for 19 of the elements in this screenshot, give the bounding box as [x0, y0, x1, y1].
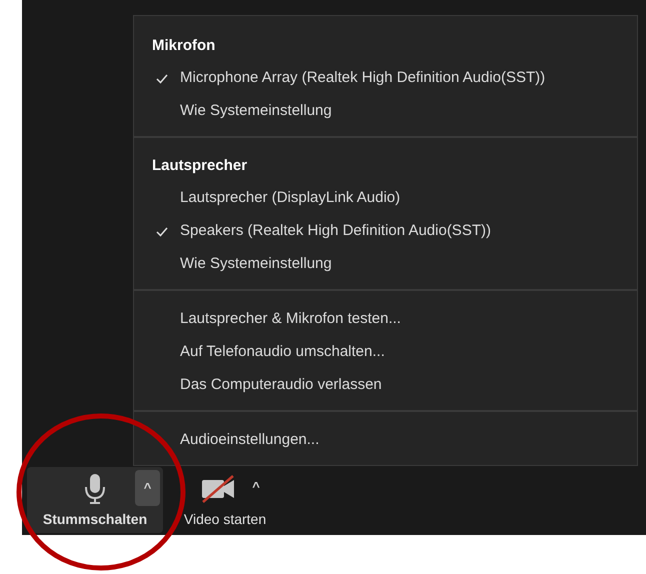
menu-item[interactable]: Lautsprecher & Mikrofon testen...: [134, 303, 637, 336]
mute-button[interactable]: ^ Stummschalten: [27, 467, 163, 533]
microphone-icon: [84, 473, 106, 505]
menu-item[interactable]: Wie Systemeinstellung: [134, 95, 637, 128]
section-header: Lautsprecher: [151, 156, 248, 176]
caret-button[interactable]: ^: [135, 470, 160, 506]
video-button[interactable]: ^ Video starten: [163, 467, 287, 533]
menu-item[interactable]: Audioeinstellungen...: [134, 424, 637, 457]
menu-item[interactable]: Lautsprecher (DisplayLink Audio): [134, 182, 637, 215]
menu-item[interactable]: Wie Systemeinstellung: [134, 248, 637, 281]
caret-button[interactable]: ^: [247, 475, 265, 499]
menu-item[interactable]: Microphone Array (Realtek High Definition Audio(SST)): [134, 62, 637, 95]
section-header: Mikrofon: [151, 36, 216, 56]
menu-item[interactable]: Speakers (Realtek High Definition Audio(SST)): [134, 215, 637, 248]
menu-item[interactable]: Das Computeraudio verlassen: [134, 369, 637, 402]
button-label: Stummschalten: [42, 510, 148, 529]
button-label: Video starten: [184, 510, 266, 529]
video-off-icon: [200, 475, 236, 503]
menu-item[interactable]: Auf Telefonaudio umschalten...: [134, 336, 637, 369]
